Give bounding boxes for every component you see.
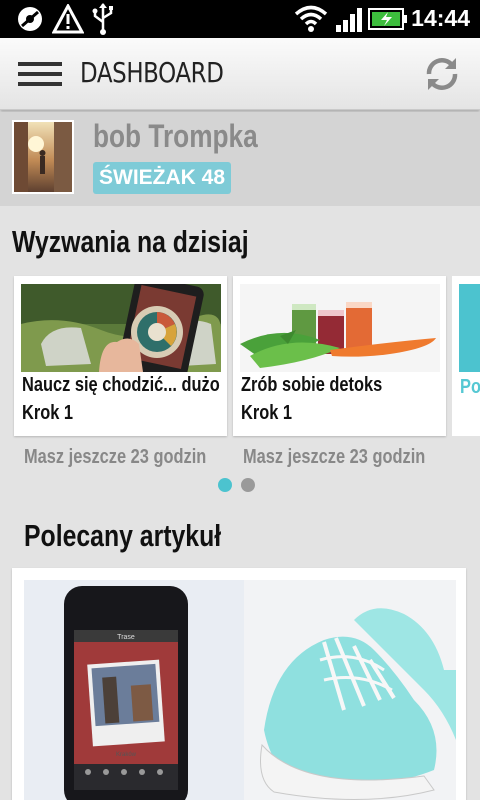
profile-header[interactable]: bob Trompka ŚWIEŻAK 48 bbox=[0, 112, 480, 206]
challenges-heading: Wyzwania na dzisiaj bbox=[12, 224, 249, 259]
pager-dot[interactable] bbox=[241, 478, 255, 492]
challenge-image bbox=[240, 284, 440, 372]
featured-article-card[interactable]: Trase Kraków bbox=[12, 568, 466, 800]
challenge-card[interactable]: Naucz się chodzić... dużo Krok 1 bbox=[14, 276, 227, 436]
challenge-step: Krok 1 bbox=[241, 402, 293, 424]
usb-icon bbox=[92, 3, 113, 35]
challenge-image bbox=[21, 284, 221, 372]
rank-badge: ŚWIEŻAK 48 bbox=[93, 162, 232, 194]
challenge-step: Krok 1 bbox=[22, 402, 74, 424]
avatar[interactable] bbox=[12, 120, 74, 194]
warning-icon bbox=[52, 4, 84, 34]
android-debug-icon bbox=[18, 7, 42, 31]
challenge-title: Pod bbox=[460, 376, 480, 398]
phone-caption: Kraków bbox=[116, 752, 137, 758]
challenge-title: Zrób sobie detoks bbox=[241, 374, 383, 396]
challenge-time-remaining: Masz jeszcze 23 godzin bbox=[243, 446, 426, 468]
status-bar: 14:44 bbox=[0, 0, 480, 38]
challenge-image bbox=[459, 284, 480, 372]
article-heading: Polecany artykuł bbox=[24, 518, 222, 553]
challenge-time-remaining: Masz jeszcze 23 godzin bbox=[24, 446, 207, 468]
challenge-title: Naucz się chodzić... dużo bbox=[22, 374, 220, 396]
challenge-card[interactable]: Pod bbox=[452, 276, 480, 436]
signal-icon bbox=[336, 8, 362, 32]
phone-app-title: Trase bbox=[117, 634, 135, 641]
page-title: DASHBOARD bbox=[80, 56, 224, 89]
status-time: 14:44 bbox=[411, 5, 470, 31]
battery-charging-icon bbox=[368, 8, 407, 30]
username: bob Trompka bbox=[93, 118, 258, 154]
refresh-icon[interactable] bbox=[422, 54, 462, 94]
action-bar: DASHBOARD bbox=[0, 38, 480, 110]
wifi-icon bbox=[294, 5, 328, 32]
article-image: Trase Kraków bbox=[24, 580, 456, 800]
avatar-photo bbox=[14, 122, 72, 192]
hamburger-menu-icon[interactable] bbox=[18, 62, 62, 86]
challenge-card[interactable]: Zrób sobie detoks Krok 1 bbox=[233, 276, 446, 436]
pager-dot-active[interactable] bbox=[218, 478, 232, 492]
